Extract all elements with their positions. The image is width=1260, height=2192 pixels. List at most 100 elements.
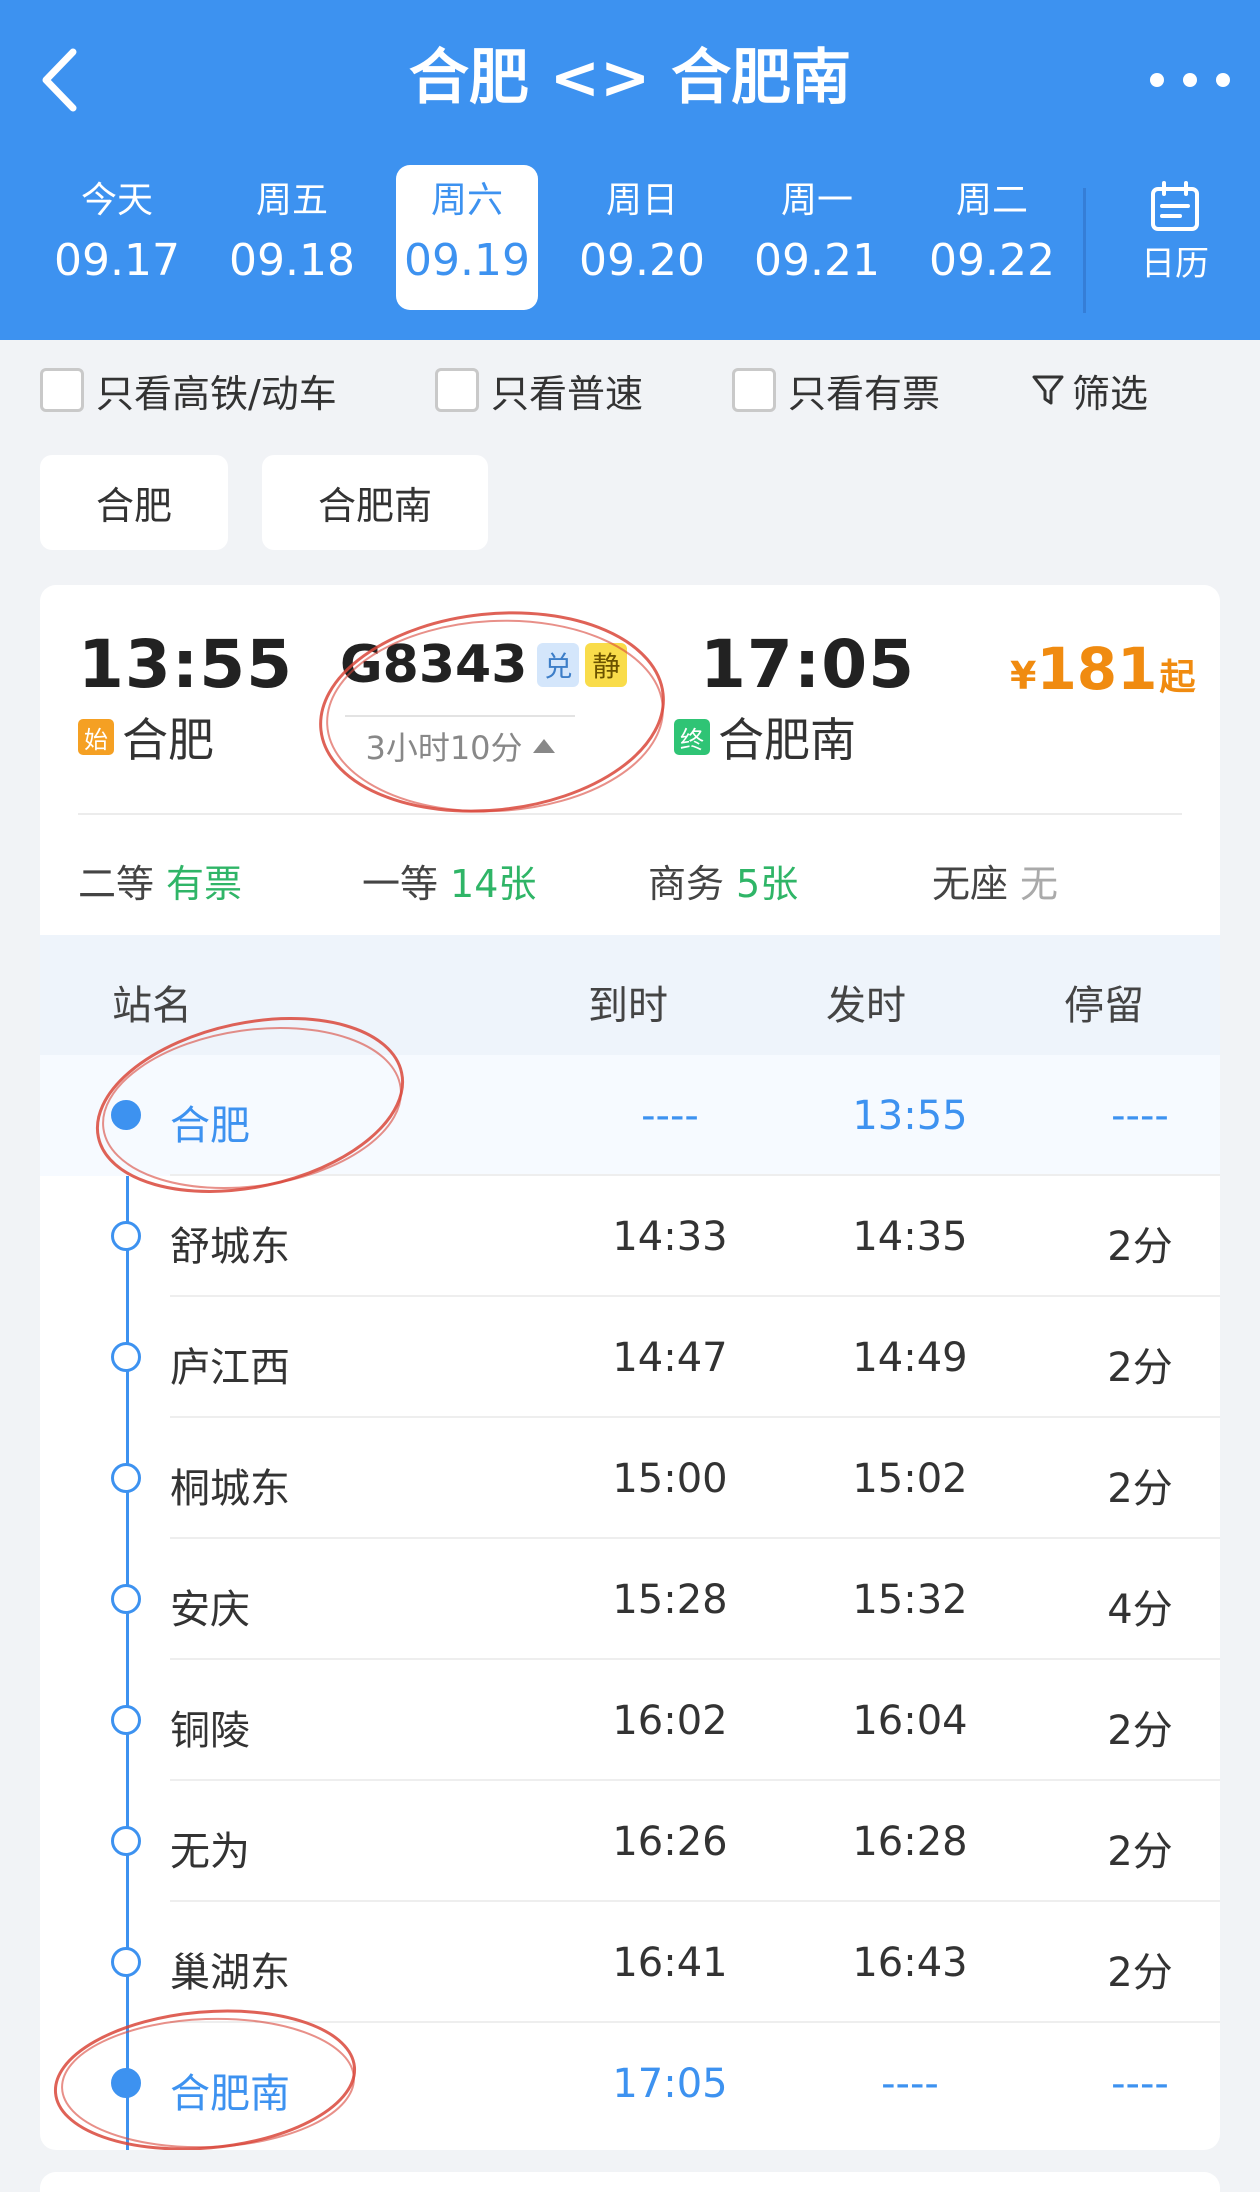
date-tab-weekday: 周日 <box>605 180 678 221</box>
departure-station-name: 合肥 <box>122 713 214 767</box>
date-tab[interactable]: 周日 09.20 <box>571 165 713 310</box>
seat-name: 一等 <box>362 861 439 906</box>
filter-button[interactable]: 筛选 <box>1030 350 1148 430</box>
cell-arrive: 16:26 <box>612 1819 728 1865</box>
stop-node-icon <box>111 1463 141 1493</box>
header-depart: 发时 <box>826 983 906 1029</box>
date-tab[interactable]: 周五 09.18 <box>221 165 363 310</box>
cell-station: 庐江西 <box>170 1345 290 1391</box>
cell-stop: ---- <box>1111 2061 1169 2107</box>
stop-node-icon <box>111 1342 141 1372</box>
cell-stop: 2分 <box>1107 1708 1173 1754</box>
chevron-left-icon <box>42 48 77 112</box>
checkbox[interactable] <box>40 368 84 412</box>
filter-normal-speed[interactable]: 只看普速 <box>435 350 643 430</box>
station-chip[interactable]: 合肥南 <box>262 455 488 550</box>
cell-arrive: 16:02 <box>612 1698 728 1744</box>
more-dots-icon <box>1150 73 1164 87</box>
seat-name: 商务 <box>648 861 725 906</box>
cell-arrive: 14:47 <box>612 1335 728 1381</box>
cell-station: 舒城东 <box>170 1224 290 1270</box>
date-tab[interactable]: 周二 09.22 <box>921 165 1063 310</box>
seat-availability: 无 <box>1020 861 1059 906</box>
date-tab-selected[interactable]: 周六 09.19 <box>396 165 538 310</box>
price-value: 181 <box>1036 635 1158 703</box>
date-tab-weekday: 周一 <box>780 180 853 221</box>
date-tab[interactable]: 今天 09.17 <box>46 165 188 310</box>
date-tab-date: 09.18 <box>229 235 355 286</box>
seat-name: 二等 <box>78 861 155 906</box>
header-arrive: 到时 <box>588 983 668 1029</box>
table-row: 无为 16:26 16:28 2分 <box>40 1781 1220 1902</box>
cell-depart: 16:43 <box>852 1940 968 1986</box>
table-row: 安庆 15:28 15:32 4分 <box>40 1539 1220 1660</box>
seat-availability: 有票 <box>166 861 243 906</box>
filter-available[interactable]: 只看有票 <box>732 350 940 430</box>
filter-bar: 只看高铁/动车 只看普速 只看有票 筛选 <box>0 350 1260 430</box>
cell-stop: 2分 <box>1107 1829 1173 1875</box>
date-tab-date: 09.20 <box>579 235 705 286</box>
stop-node-icon <box>111 1947 141 1977</box>
cell-depart: 15:02 <box>852 1456 968 1502</box>
seat-availability: 14张 <box>450 861 537 906</box>
calendar-button[interactable]: 日历 <box>1120 180 1230 300</box>
cell-arrive: 15:00 <box>612 1456 728 1502</box>
stop-node-icon <box>111 1221 141 1251</box>
cell-depart: 14:49 <box>852 1335 968 1381</box>
cell-depart: 14:35 <box>852 1214 968 1260</box>
cell-depart: 16:28 <box>852 1819 968 1865</box>
table-row: 庐江西 14:47 14:49 2分 <box>40 1297 1220 1418</box>
cell-station: 铜陵 <box>170 1708 250 1754</box>
cell-stop: 2分 <box>1107 1466 1173 1512</box>
filter-label: 只看有票 <box>788 371 941 416</box>
date-tab[interactable]: 周一 09.21 <box>746 165 888 310</box>
seat-business: 商务 5张 <box>648 850 798 910</box>
cell-arrive: 16:41 <box>612 1940 728 1986</box>
price-suffix: 起 <box>1159 657 1196 698</box>
date-tab-weekday: 周二 <box>955 180 1028 221</box>
table-row: 桐城东 15:00 15:02 2分 <box>40 1418 1220 1539</box>
seat-first-class: 一等 14张 <box>362 850 536 910</box>
seat-standing: 无座 无 <box>932 850 1058 910</box>
filter-label: 筛选 <box>1072 371 1149 416</box>
back-button[interactable] <box>28 40 98 120</box>
calendar-icon <box>1151 181 1199 231</box>
next-train-card[interactable] <box>40 2172 1220 2192</box>
cell-arrive: ---- <box>641 1093 699 1139</box>
seat-name: 无座 <box>932 861 1009 906</box>
date-tab-weekday: 周六 <box>430 180 503 221</box>
station-chip[interactable]: 合肥 <box>40 455 228 550</box>
departure-time: 13:55 <box>78 626 294 703</box>
cell-stop: 2分 <box>1107 1345 1173 1391</box>
date-tab-date: 09.19 <box>404 235 530 286</box>
cell-stop: 4分 <box>1107 1587 1173 1633</box>
arrival-time: 17:05 <box>700 626 916 703</box>
price-currency: ¥ <box>1010 654 1037 698</box>
cell-arrive: 14:33 <box>612 1214 728 1260</box>
more-button[interactable] <box>1150 55 1230 105</box>
cell-arrive: 17:05 <box>612 2061 728 2107</box>
calendar-label: 日历 <box>1141 244 1209 284</box>
cell-depart: 16:04 <box>852 1698 968 1744</box>
cell-station: 巢湖东 <box>170 1950 290 1996</box>
cell-station: 安庆 <box>170 1587 250 1633</box>
stop-node-icon <box>111 1826 141 1856</box>
checkbox[interactable] <box>435 368 479 412</box>
filter-high-speed[interactable]: 只看高铁/动车 <box>40 350 337 430</box>
seat-availability: 5张 <box>736 861 799 906</box>
train-card[interactable]: 13:55 始 合肥 G8343 兑 静 3小时10分 17:05 终 合肥南 … <box>40 585 1220 2150</box>
annotation-circle <box>95 1017 405 1193</box>
cell-stop: ---- <box>1111 1093 1169 1139</box>
top-bar: 合肥 <> 合肥南 今天 09.17 周五 09.18 周六 09.19 周日 … <box>0 0 1260 340</box>
checkbox[interactable] <box>732 368 776 412</box>
arrival-station: 终 合肥南 <box>674 707 856 767</box>
seat-second-class: 二等 有票 <box>78 850 242 910</box>
cell-station: 桐城东 <box>170 1466 290 1512</box>
cell-stop: 2分 <box>1107 1224 1173 1270</box>
date-tab-date: 09.21 <box>754 235 880 286</box>
price: ¥ 181 起 <box>1010 635 1196 703</box>
arrival-station-name: 合肥南 <box>718 713 856 767</box>
divider <box>1083 188 1086 313</box>
filter-label: 只看普速 <box>491 371 644 416</box>
cell-depart: ---- <box>881 2061 939 2107</box>
